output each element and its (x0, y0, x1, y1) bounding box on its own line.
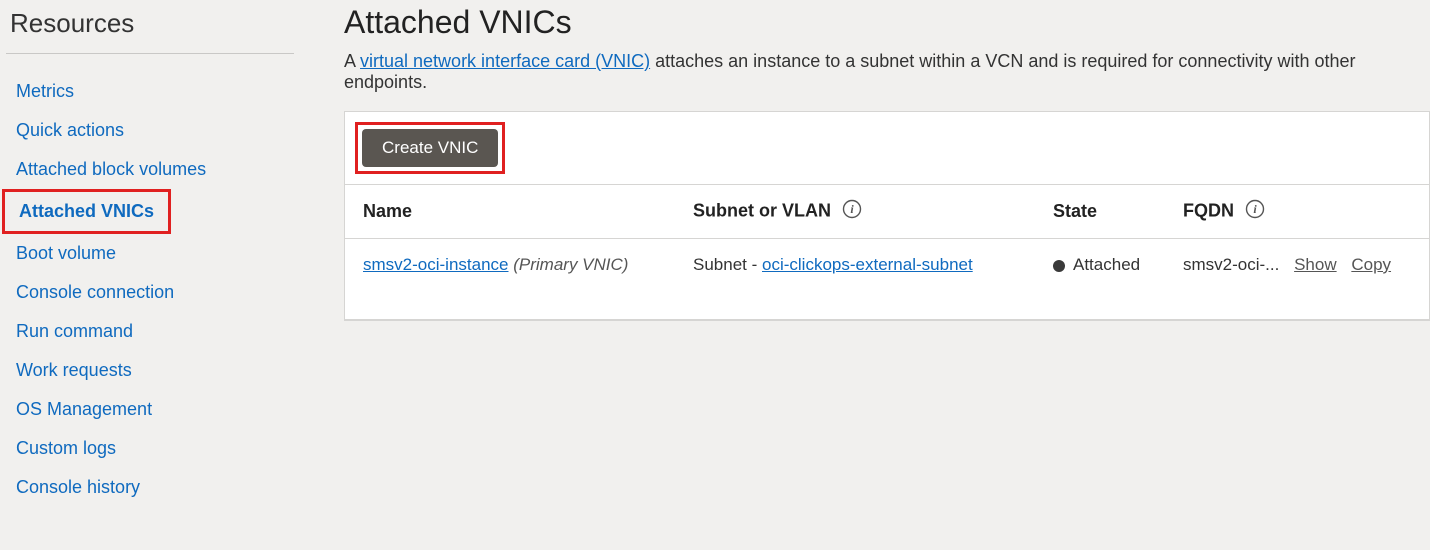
cell-state: Attached (1035, 239, 1165, 320)
sidebar-list: Metrics Quick actions Attached block vol… (6, 72, 294, 507)
sidebar-item-quick-actions[interactable]: Quick actions (2, 111, 138, 150)
vnic-name-suffix: (Primary VNIC) (513, 255, 628, 274)
sidebar-item-work-requests[interactable]: Work requests (2, 351, 146, 390)
state-text: Attached (1073, 255, 1140, 274)
sidebar-item-console-connection[interactable]: Console connection (2, 273, 188, 312)
cell-name: smsv2-oci-instance (Primary VNIC) (345, 239, 675, 320)
create-vnic-button[interactable]: Create VNIC (362, 129, 498, 167)
vnic-name-link[interactable]: smsv2-oci-instance (363, 255, 509, 274)
sidebar-item-console-history[interactable]: Console history (2, 468, 154, 507)
page-title: Attached VNICs (344, 4, 1430, 41)
fqdn-truncated: smsv2-oci-... (1183, 255, 1279, 274)
sidebar-item-run-command[interactable]: Run command (2, 312, 147, 351)
cell-subnet: Subnet - oci-clickops-external-subnet (675, 239, 1035, 320)
sidebar-title: Resources (6, 0, 294, 54)
desc-prefix: A (344, 51, 360, 71)
table-header-row: Name Subnet or VLAN i State FQDN i (345, 185, 1429, 239)
vnic-toolbar: Create VNIC (345, 112, 1429, 185)
sidebar-item-custom-logs[interactable]: Custom logs (2, 429, 130, 468)
col-header-subnet: Subnet or VLAN i (675, 185, 1035, 239)
sidebar-item-attached-vnics[interactable]: Attached VNICs (5, 192, 168, 231)
vnic-table: Name Subnet or VLAN i State FQDN i (345, 185, 1429, 320)
main-content: Attached VNICs A virtual network interfa… (300, 0, 1430, 550)
page-description: A virtual network interface card (VNIC) … (344, 51, 1430, 93)
sidebar-item-metrics[interactable]: Metrics (2, 72, 88, 111)
svg-text:i: i (1253, 202, 1257, 216)
fqdn-copy-link[interactable]: Copy (1351, 255, 1391, 274)
state-dot-icon (1053, 260, 1065, 272)
sidebar-item-attached-block-volumes[interactable]: Attached block volumes (2, 150, 220, 189)
svg-text:i: i (850, 202, 854, 216)
sidebar: Resources Metrics Quick actions Attached… (0, 0, 300, 550)
sidebar-item-highlight: Attached VNICs (2, 189, 171, 234)
info-icon[interactable]: i (842, 199, 862, 224)
col-header-state: State (1035, 185, 1165, 239)
create-vnic-highlight: Create VNIC (355, 122, 505, 174)
sidebar-item-os-management[interactable]: OS Management (2, 390, 166, 429)
col-header-fqdn: FQDN i (1165, 185, 1429, 239)
vnic-doc-link[interactable]: virtual network interface card (VNIC) (360, 51, 650, 71)
sidebar-item-boot-volume[interactable]: Boot volume (2, 234, 130, 273)
col-header-name: Name (345, 185, 675, 239)
subnet-link[interactable]: oci-clickops-external-subnet (762, 255, 973, 274)
info-icon[interactable]: i (1245, 199, 1265, 224)
subnet-prefix: Subnet - (693, 255, 762, 274)
vnic-panel: Create VNIC Name Subnet or VLAN i State (344, 111, 1430, 321)
table-row: smsv2-oci-instance (Primary VNIC) Subnet… (345, 239, 1429, 320)
fqdn-show-link[interactable]: Show (1294, 255, 1337, 274)
cell-fqdn: smsv2-oci-... Show Copy (1165, 239, 1429, 320)
